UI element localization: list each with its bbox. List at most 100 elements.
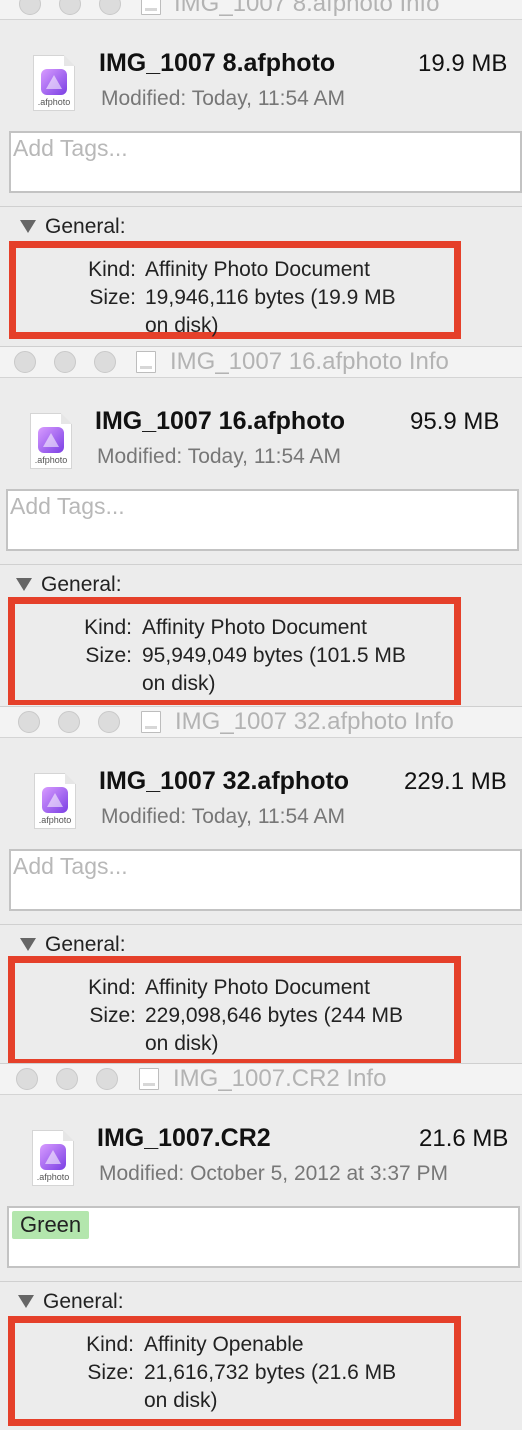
file-name: IMG_1007 8.afphoto xyxy=(99,49,336,77)
section-general[interactable]: General: xyxy=(45,933,126,957)
modified-value: Today, 11:54 AM xyxy=(191,805,346,828)
close-button[interactable] xyxy=(18,711,40,733)
minimize-button[interactable] xyxy=(54,351,76,373)
divider xyxy=(0,206,522,207)
document-proxy-icon xyxy=(136,351,156,373)
size-value-continued: on disk) xyxy=(145,314,219,337)
file-name: IMG_1007 16.afphoto xyxy=(95,407,346,435)
affinity-photo-icon xyxy=(41,69,67,95)
info-window-3: IMG_1007 32.afphoto Info .afphoto IMG_10… xyxy=(0,706,522,1065)
close-button[interactable] xyxy=(19,0,41,15)
tag-green[interactable]: Green xyxy=(12,1211,90,1239)
document-proxy-icon xyxy=(141,0,161,15)
zoom-button[interactable] xyxy=(98,711,120,733)
modified-row: Modified: Today, 11:54 AM xyxy=(97,445,341,469)
page-fold-icon xyxy=(65,773,76,784)
window-title: IMG_1007.CR2 Info xyxy=(173,1065,387,1092)
info-window-2: IMG_1007 16.afphoto Info .afphoto IMG_10… xyxy=(0,346,522,705)
file-size: 229.1 MB xyxy=(404,768,507,795)
modified-value: October 5, 2012 at 3:37 PM xyxy=(190,1162,449,1185)
modified-label: Modified: xyxy=(99,1162,185,1185)
disclosure-triangle-icon[interactable] xyxy=(16,578,32,591)
disclosure-triangle-icon[interactable] xyxy=(20,938,36,951)
page-fold-icon xyxy=(63,1130,74,1141)
divider xyxy=(0,924,522,925)
divider xyxy=(0,564,522,565)
file-icon: .afphoto xyxy=(33,55,75,111)
file-size: 19.9 MB xyxy=(418,50,508,77)
title-bar: IMG_1007 16.afphoto Info xyxy=(0,347,522,378)
disclosure-triangle-icon[interactable] xyxy=(18,1295,34,1308)
modified-row: Modified: Today, 11:54 AM xyxy=(101,805,345,829)
affinity-photo-icon xyxy=(42,787,68,813)
modified-row: Modified: Today, 11:54 AM xyxy=(101,87,345,111)
size-value-continued: on disk) xyxy=(144,1389,218,1412)
size-value: 95,949,049 bytes (101.5 MB xyxy=(142,644,406,667)
tags-field[interactable]: Add Tags... xyxy=(6,489,519,551)
modified-value: Today, 11:54 AM xyxy=(187,445,342,468)
close-button[interactable] xyxy=(16,1068,38,1090)
size-label: Size: xyxy=(89,286,136,309)
kind-label: Kind: xyxy=(84,616,132,639)
page-fold-icon xyxy=(64,55,75,66)
disclosure-triangle-icon[interactable] xyxy=(20,220,36,233)
size-row-continued: on disk) xyxy=(145,314,219,338)
tags-placeholder: Add Tags... xyxy=(13,135,128,161)
info-window-4: IMG_1007.CR2 Info .afphoto IMG_1007.CR2 … xyxy=(0,1063,522,1430)
section-general[interactable]: General: xyxy=(41,573,122,597)
window-title: IMG_1007 16.afphoto Info xyxy=(170,348,449,375)
kind-label: Kind: xyxy=(86,1333,134,1356)
zoom-button[interactable] xyxy=(94,351,116,373)
size-row-continued: on disk) xyxy=(142,672,216,696)
size-value: 21,616,732 bytes (21.6 MB xyxy=(144,1361,397,1384)
kind-value: Affinity Photo Document xyxy=(142,616,367,639)
minimize-button[interactable] xyxy=(58,711,80,733)
modified-label: Modified: xyxy=(101,805,187,828)
kind-label: Kind: xyxy=(88,258,136,281)
window-title: IMG_1007 32.afphoto Info xyxy=(175,708,454,735)
modified-row: Modified: October 5, 2012 at 3:37 PM xyxy=(99,1162,448,1186)
tags-placeholder: Add Tags... xyxy=(10,493,125,519)
window-title: IMG_1007 8.afphoto Info xyxy=(174,0,440,17)
file-icon: .afphoto xyxy=(32,1130,74,1186)
size-value-continued: on disk) xyxy=(142,672,216,695)
title-bar: IMG_1007 32.afphoto Info xyxy=(0,707,522,738)
modified-label: Modified: xyxy=(97,445,183,468)
kind-value: Affinity Photo Document xyxy=(145,258,370,281)
modified-value: Today, 11:54 AM xyxy=(191,87,346,110)
affinity-photo-icon xyxy=(40,1144,66,1170)
minimize-button[interactable] xyxy=(56,1068,78,1090)
section-general[interactable]: General: xyxy=(45,215,126,239)
divider xyxy=(0,1281,522,1282)
zoom-button[interactable] xyxy=(99,0,121,15)
file-name: IMG_1007.CR2 xyxy=(97,1124,271,1152)
modified-label: Modified: xyxy=(101,87,187,110)
size-value: 19,946,116 bytes (19.9 MB xyxy=(145,286,396,309)
file-extension-label: .afphoto xyxy=(34,455,68,465)
tags-field[interactable]: Add Tags... xyxy=(9,131,522,193)
zoom-button[interactable] xyxy=(96,1068,118,1090)
minimize-button[interactable] xyxy=(59,0,81,15)
file-icon: .afphoto xyxy=(30,413,72,469)
tags-placeholder: Add Tags... xyxy=(13,853,128,879)
page-fold-icon xyxy=(61,413,72,424)
document-proxy-icon xyxy=(139,1068,159,1090)
file-extension-label: .afphoto xyxy=(38,815,72,825)
title-bar: IMG_1007 8.afphoto Info xyxy=(0,0,522,20)
info-window-1: IMG_1007 8.afphoto Info .afphoto IMG_100… xyxy=(0,0,522,347)
size-label: Size: xyxy=(87,1361,134,1384)
size-label: Size: xyxy=(89,1004,136,1027)
tags-field[interactable]: Add Tags... xyxy=(9,849,522,911)
kind-value: Affinity Openable xyxy=(144,1333,304,1356)
kind-label: Kind: xyxy=(88,976,136,999)
file-extension-label: .afphoto xyxy=(37,97,71,107)
file-icon: .afphoto xyxy=(34,773,76,829)
affinity-photo-icon xyxy=(38,427,64,453)
close-button[interactable] xyxy=(14,351,36,373)
size-row-continued: on disk) xyxy=(144,1389,218,1413)
size-row-continued: on disk) xyxy=(145,1032,219,1056)
size-label: Size: xyxy=(85,644,132,667)
section-general[interactable]: General: xyxy=(43,1290,124,1314)
tags-field[interactable]: Green xyxy=(7,1206,520,1268)
file-extension-label: .afphoto xyxy=(36,1172,70,1182)
